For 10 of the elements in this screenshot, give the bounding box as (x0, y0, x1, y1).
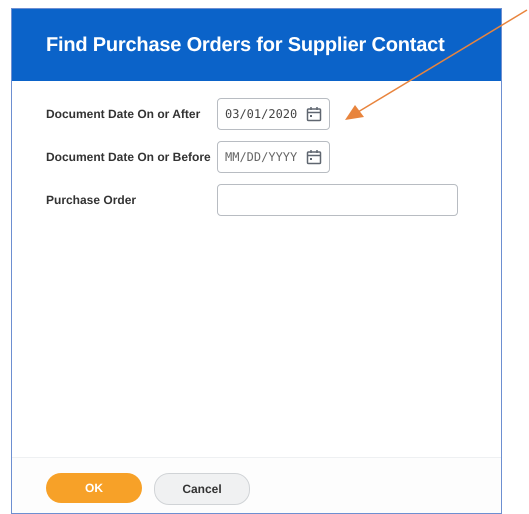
input-field[interactable] (217, 184, 458, 216)
calendar-icon[interactable] (306, 106, 322, 122)
date-field[interactable]: MM/DD/YYYY (217, 141, 330, 173)
field-label: Document Date On or After (46, 107, 202, 121)
field-label: Document Date On or Before (46, 150, 212, 164)
field-label: Purchase Order (46, 193, 138, 207)
cancel-button[interactable]: Cancel (154, 473, 250, 505)
dialog-title: Find Purchase Orders for Supplier Contact (46, 34, 445, 56)
calendar-icon[interactable] (306, 149, 322, 165)
date-field[interactable]: 03/01/2020 (217, 98, 330, 130)
